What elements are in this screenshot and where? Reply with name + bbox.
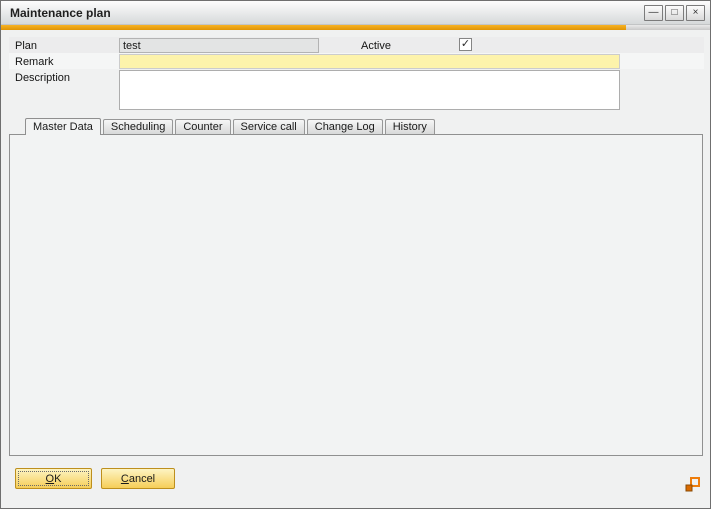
- description-textarea[interactable]: [119, 70, 620, 110]
- active-checkbox[interactable]: ✓: [459, 38, 472, 51]
- close-icon: ×: [693, 8, 699, 18]
- tab-change-log[interactable]: Change Log: [307, 119, 383, 134]
- accent-stripe-gold: [1, 25, 626, 30]
- button-label: O: [46, 473, 55, 485]
- accent-stripe-gray: [626, 25, 710, 30]
- accent-stripe: [1, 25, 710, 30]
- tab-label: Scheduling: [111, 121, 165, 133]
- tab-label: Change Log: [315, 121, 375, 133]
- close-button[interactable]: ×: [686, 5, 705, 21]
- remark-input[interactable]: [119, 54, 620, 69]
- window-controls: — □ ×: [644, 5, 705, 21]
- tab-bar: Master Data Scheduling Counter Service c…: [25, 118, 437, 135]
- description-label: Description: [15, 72, 70, 84]
- maintenance-plan-window: Maintenance plan — □ × Plan Active ✓ Rem…: [0, 0, 711, 509]
- minimize-icon: —: [649, 8, 659, 18]
- plan-label: Plan: [15, 40, 37, 52]
- row-stripe: [9, 37, 704, 53]
- cancel-button[interactable]: Cancel: [101, 468, 175, 489]
- minimize-button[interactable]: —: [644, 5, 663, 21]
- tab-label: Service call: [241, 121, 297, 133]
- button-label: K: [54, 473, 61, 485]
- window-title: Maintenance plan: [10, 6, 111, 20]
- active-label: Active: [361, 40, 391, 52]
- button-label: ancel: [129, 473, 155, 485]
- tab-master-data[interactable]: Master Data: [25, 118, 101, 135]
- plan-input[interactable]: [119, 38, 319, 53]
- remark-label: Remark: [15, 56, 54, 68]
- tab-history[interactable]: History: [385, 119, 435, 134]
- title-bar: Maintenance plan — □ ×: [1, 1, 710, 25]
- master-data-panel: [9, 134, 703, 456]
- tab-label: Master Data: [33, 121, 93, 133]
- tab-counter[interactable]: Counter: [175, 119, 230, 134]
- maximize-icon: □: [671, 8, 677, 18]
- tab-label: History: [393, 121, 427, 133]
- form-settings-icon[interactable]: [684, 476, 700, 492]
- tab-scheduling[interactable]: Scheduling: [103, 119, 173, 134]
- check-icon: ✓: [461, 39, 470, 50]
- ok-button[interactable]: OK: [15, 468, 92, 489]
- maximize-button[interactable]: □: [665, 5, 684, 21]
- tab-label: Counter: [183, 121, 222, 133]
- tab-service-call[interactable]: Service call: [233, 119, 305, 134]
- button-label: C: [121, 473, 129, 485]
